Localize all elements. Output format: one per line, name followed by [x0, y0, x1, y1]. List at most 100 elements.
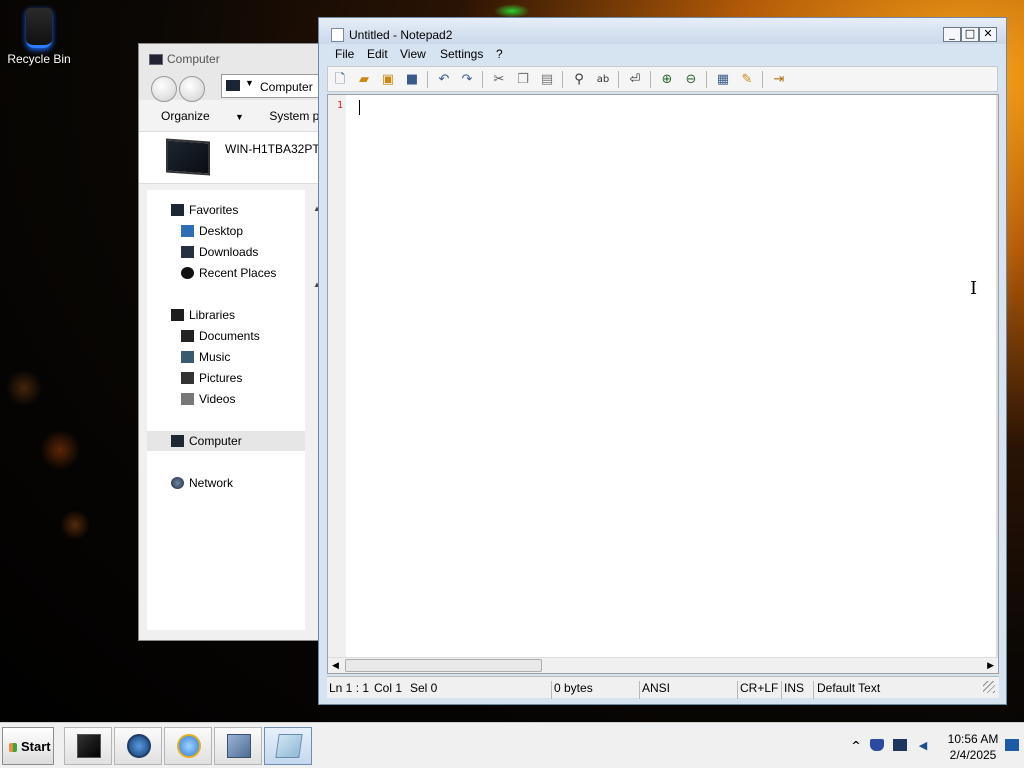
save-icon[interactable]: ■	[404, 72, 420, 87]
zoom-out-icon[interactable]: ⊖	[683, 72, 699, 87]
status-encoding[interactable]: ANSI	[642, 681, 670, 695]
security-shield-icon[interactable]	[870, 739, 884, 751]
tray-expand-icon[interactable]: ^	[849, 739, 863, 752]
new-file-icon[interactable]: 🗋	[332, 72, 348, 87]
address-bar[interactable]: ▼ Computer	[221, 74, 319, 98]
vertical-scrollbar[interactable]	[996, 95, 998, 658]
taskbar-network-app-button[interactable]	[214, 727, 262, 765]
notepad-title-bar[interactable]: Untitled - Notepad2 _ □ ✕	[319, 18, 1006, 44]
tree-item-favorites[interactable]: Favorites	[147, 200, 305, 220]
toolbar-separator	[650, 71, 651, 88]
media-player-icon	[127, 734, 151, 758]
word-wrap-icon[interactable]: ⏎	[627, 72, 643, 87]
chevron-down-icon[interactable]: ▼	[245, 78, 254, 88]
tree-item-documents[interactable]: Documents	[147, 326, 305, 346]
back-button[interactable]	[151, 76, 177, 102]
wallpaper-top-accent	[494, 4, 530, 18]
close-button[interactable]: ✕	[979, 27, 997, 42]
menu-file[interactable]: File	[335, 47, 354, 61]
minimize-button[interactable]: _	[943, 27, 961, 42]
line-number: 1	[337, 100, 344, 111]
downloads-icon	[181, 246, 194, 258]
computer-icon	[149, 54, 163, 65]
desktop-icon	[181, 225, 194, 237]
wallpaper-bokeh	[60, 510, 90, 540]
tree-item-desktop[interactable]: Desktop	[147, 221, 305, 241]
taskbar-internet-explorer-button[interactable]	[164, 727, 212, 765]
tree-item-libraries[interactable]: Libraries	[147, 305, 305, 325]
notepad2-window[interactable]: Untitled - Notepad2 _ □ ✕ File Edit View…	[318, 17, 1007, 705]
computer-icon	[171, 435, 184, 447]
status-insert-mode: INS	[784, 681, 805, 695]
tree-item-label: Libraries	[189, 308, 236, 322]
scroll-left-icon[interactable]: ◀	[332, 660, 339, 671]
recycle-bin-icon	[26, 8, 52, 48]
star-icon	[171, 204, 184, 216]
status-file-size: 0 bytes	[554, 681, 593, 695]
tree-item-computer[interactable]: Computer	[147, 431, 305, 451]
undo-icon[interactable]: ↶	[436, 72, 452, 87]
menu-settings[interactable]: Settings	[440, 47, 483, 61]
customize-scheme-icon[interactable]: ✎	[739, 72, 755, 87]
menu-view[interactable]: View	[400, 47, 426, 61]
notepad2-icon	[275, 734, 303, 758]
cut-icon[interactable]: ✂	[491, 72, 507, 87]
tree-item-label: Pictures	[199, 371, 243, 385]
tree-item-recent-places[interactable]: Recent Places	[147, 263, 305, 283]
tree-item-label: Videos	[199, 392, 236, 406]
find-icon[interactable]: ⚲	[571, 72, 587, 87]
tree-item-label: Downloads	[199, 245, 259, 259]
organize-button[interactable]: Organize ▼	[161, 109, 244, 123]
zoom-in-icon[interactable]: ⊕	[659, 72, 675, 87]
address-text: Computer	[260, 80, 313, 94]
chevron-down-icon: ▼	[235, 112, 244, 122]
toolbar: 🗋 ▰ ▣ ■ ↶ ↷ ✂ ❐ ▤ ⚲ ab ⏎ ⊕ ⊖ ▦ ✎ ⇥	[327, 66, 998, 92]
menu-edit[interactable]: Edit	[367, 47, 388, 61]
select-scheme-icon[interactable]: ▦	[715, 72, 731, 87]
text-editor[interactable]: 1 ◀ ▶	[327, 94, 999, 674]
maximize-button[interactable]: □	[961, 27, 979, 42]
tree-item-music[interactable]: Music	[147, 347, 305, 367]
action-center-icon[interactable]	[1005, 739, 1019, 751]
menu-help[interactable]: ?	[496, 47, 503, 61]
paste-icon[interactable]: ▤	[539, 72, 555, 87]
documents-icon	[181, 330, 194, 342]
status-scheme[interactable]: Default Text	[817, 681, 880, 695]
tree-item-network[interactable]: Network	[147, 473, 305, 493]
open-folder-icon[interactable]: ▰	[356, 72, 372, 87]
exit-icon[interactable]: ⇥	[771, 72, 787, 87]
taskbar-explorer-button[interactable]	[64, 727, 112, 765]
copy-icon[interactable]: ❐	[515, 72, 531, 87]
explorer-command-bar: Organize ▼ System prope	[139, 100, 319, 132]
status-divider	[813, 681, 814, 699]
toolbar-separator	[562, 71, 563, 88]
redo-icon[interactable]: ↷	[459, 72, 475, 87]
status-line: Ln 1 : 1	[329, 681, 370, 695]
replace-icon[interactable]: ab	[595, 72, 611, 87]
recycle-bin-label: Recycle Bin	[7, 52, 71, 66]
system-properties-button[interactable]: System prope	[269, 109, 319, 123]
taskbar-notepad2-button[interactable]	[264, 727, 312, 765]
scroll-right-icon[interactable]: ▶	[987, 660, 994, 671]
browse-icon[interactable]: ▣	[380, 72, 396, 87]
taskbar-media-player-button[interactable]	[114, 727, 162, 765]
network-status-icon[interactable]	[893, 739, 907, 751]
start-button[interactable]: Start	[2, 727, 54, 765]
scrollbar-thumb[interactable]	[345, 659, 542, 672]
clock[interactable]: 10:56 AM 2/4/2025	[943, 731, 1003, 763]
tree-item-downloads[interactable]: Downloads	[147, 242, 305, 262]
tree-item-videos[interactable]: Videos	[147, 389, 305, 409]
forward-button[interactable]	[179, 76, 205, 102]
wallpaper-bokeh	[6, 370, 42, 406]
resize-grip-icon[interactable]	[983, 681, 995, 693]
volume-icon[interactable]: ◀	[916, 739, 930, 752]
horizontal-scrollbar[interactable]: ◀ ▶	[328, 657, 998, 673]
tree-item-label: Music	[199, 350, 231, 364]
status-line-ending[interactable]: CR+LF	[740, 681, 778, 695]
tree-item-pictures[interactable]: Pictures	[147, 368, 305, 388]
explorer-title-bar[interactable]: Computer	[139, 44, 319, 68]
recycle-bin[interactable]: Recycle Bin	[6, 8, 72, 66]
libraries-icon	[171, 309, 184, 321]
explorer-window[interactable]: Computer ▼ Computer Organize ▼ System pr…	[138, 43, 320, 641]
explorer-details-pane: WIN-H1TBA32PT	[139, 132, 319, 184]
